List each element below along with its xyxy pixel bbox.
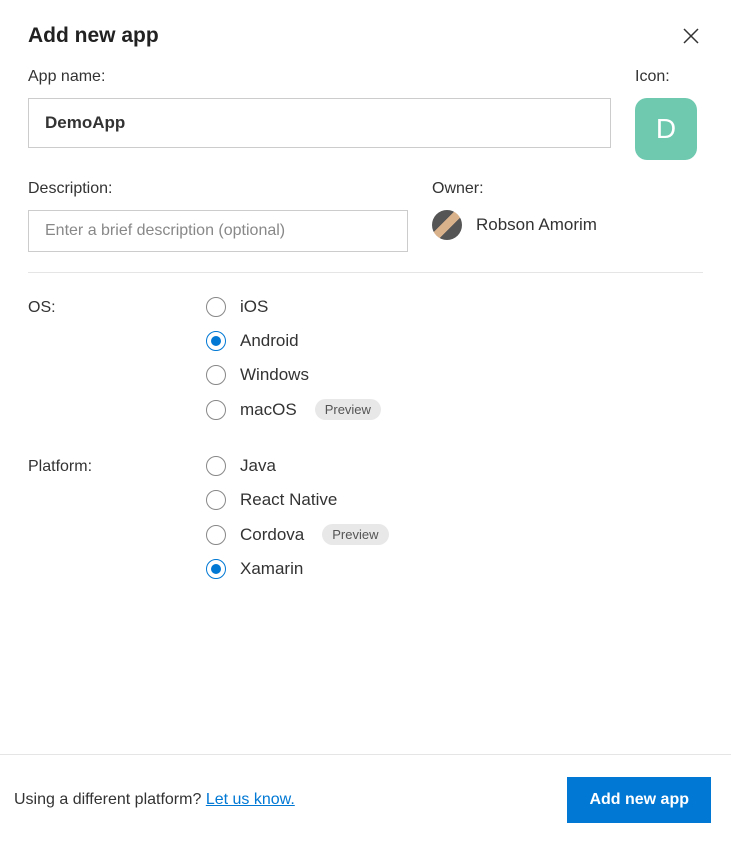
os-label: OS:: [28, 297, 206, 420]
owner-avatar: [432, 210, 462, 240]
owner-label: Owner:: [432, 180, 703, 198]
icon-label: Icon:: [635, 68, 703, 86]
radio-label: iOS: [240, 297, 268, 317]
radio-icon: [206, 297, 226, 317]
radio-option-macos[interactable]: macOS Preview: [206, 399, 381, 420]
radio-icon: [206, 331, 226, 351]
radio-icon: [206, 559, 226, 579]
close-button[interactable]: [679, 24, 703, 48]
radio-icon: [206, 365, 226, 385]
radio-option-xamarin[interactable]: Xamarin: [206, 559, 389, 579]
radio-icon: [206, 456, 226, 476]
footer-link[interactable]: Let us know.: [206, 791, 295, 808]
footer-text: Using a different platform? Let us know.: [14, 791, 295, 809]
preview-badge: Preview: [315, 399, 381, 420]
close-icon: [682, 27, 700, 45]
platform-options: Java React Native Cordova Preview Xamarin: [206, 456, 389, 579]
radio-option-cordova[interactable]: Cordova Preview: [206, 524, 389, 545]
description-input[interactable]: [28, 210, 408, 252]
radio-label: Cordova: [240, 525, 304, 545]
app-name-label: App name:: [28, 68, 611, 86]
radio-option-react-native[interactable]: React Native: [206, 490, 389, 510]
app-name-input[interactable]: [28, 98, 611, 148]
section-divider: [28, 272, 703, 273]
radio-option-windows[interactable]: Windows: [206, 365, 381, 385]
radio-icon: [206, 400, 226, 420]
radio-label: React Native: [240, 490, 337, 510]
preview-badge: Preview: [322, 524, 388, 545]
radio-label: Android: [240, 331, 299, 351]
app-icon-preview[interactable]: D: [635, 98, 697, 160]
platform-label: Platform:: [28, 456, 206, 579]
radio-label: Java: [240, 456, 276, 476]
dialog-title: Add new app: [28, 24, 159, 48]
radio-label: Windows: [240, 365, 309, 385]
radio-label: Xamarin: [240, 559, 303, 579]
radio-option-java[interactable]: Java: [206, 456, 389, 476]
radio-icon: [206, 490, 226, 510]
radio-icon: [206, 525, 226, 545]
add-new-app-button[interactable]: Add new app: [567, 777, 711, 823]
radio-option-android[interactable]: Android: [206, 331, 381, 351]
radio-option-ios[interactable]: iOS: [206, 297, 381, 317]
owner-name: Robson Amorim: [476, 215, 597, 235]
description-label: Description:: [28, 180, 408, 198]
os-options: iOS Android Windows macOS Preview: [206, 297, 381, 420]
radio-label: macOS: [240, 400, 297, 420]
